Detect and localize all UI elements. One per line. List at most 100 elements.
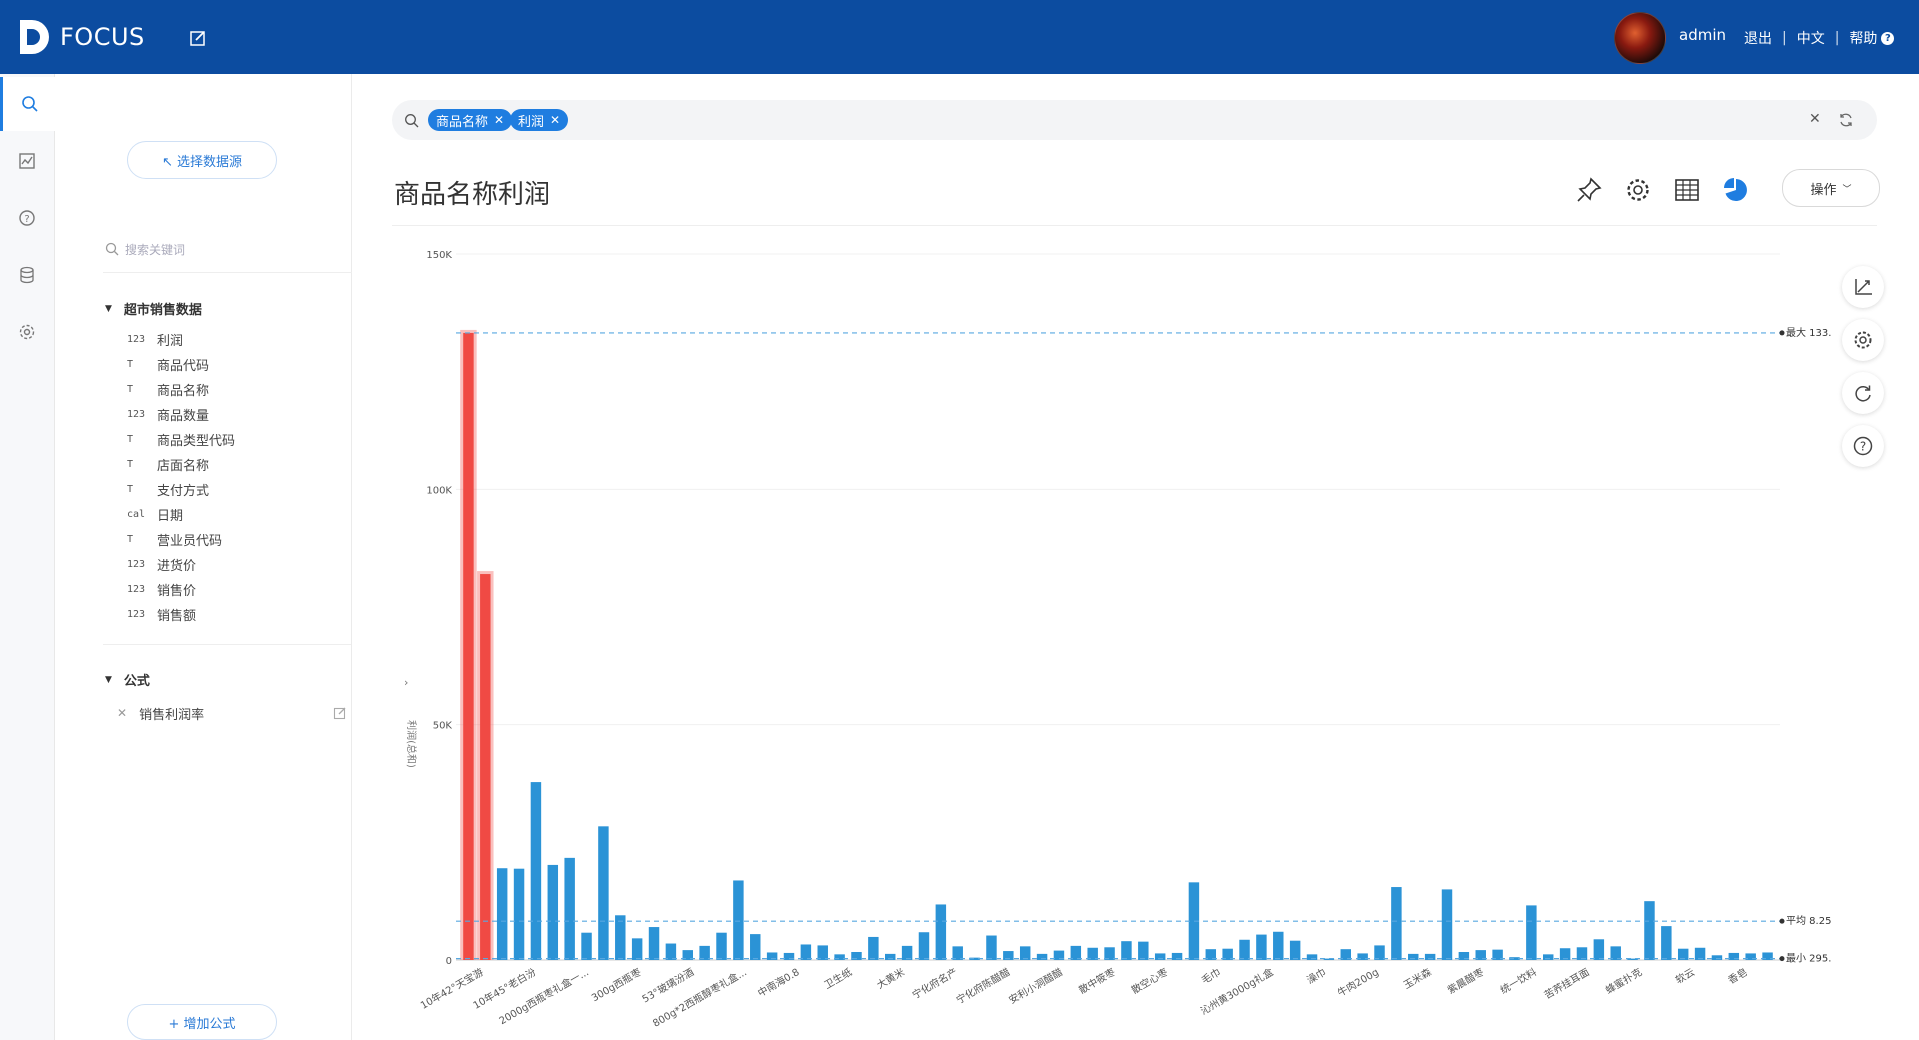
delete-icon[interactable]: ✕: [117, 706, 127, 720]
x-tick-label: 散中筱枣: [1076, 965, 1117, 996]
y-tick-label: 0: [446, 956, 452, 967]
divider: [103, 644, 351, 645]
field-label: 商品数量: [157, 408, 210, 424]
field-label: 支付方式: [157, 483, 210, 499]
edit-icon[interactable]: [333, 706, 347, 720]
dataset-heading[interactable]: ▼ 超市销售数据: [105, 299, 202, 318]
field-item[interactable]: T 店面名称: [127, 453, 209, 475]
help-link[interactable]: 帮助: [1849, 28, 1877, 48]
field-label: 利润: [157, 333, 184, 349]
svg-text:?: ?: [24, 214, 29, 225]
field-item[interactable]: 123 利润: [127, 328, 183, 350]
select-datasource-button[interactable]: ↖ 选择数据源: [127, 141, 277, 179]
x-tick-label: 牛肉200g: [1335, 965, 1381, 999]
help-button[interactable]: ?: [1842, 425, 1884, 467]
bar-chart[interactable]: 0 50K 100K 150K 利润(总和) › 最大 133.23K 平均 8.25K 最小 …: [352, 74, 1832, 1040]
text-type-icon: T: [127, 383, 134, 395]
bar: [648, 927, 660, 960]
bar: [530, 782, 542, 960]
field-item[interactable]: 123 进货价: [127, 553, 196, 575]
x-tick-label: 800g*2西瓶醇枣礼盒...: [650, 965, 749, 1029]
x-tick-label: 宁化府名产: [910, 965, 960, 1001]
y-axis-expand-icon: ›: [404, 676, 408, 689]
help-icon: ?: [1853, 436, 1873, 456]
x-tick-label: 卫生纸: [822, 965, 854, 991]
keyword-search[interactable]: 搜索关键词: [105, 234, 375, 264]
number-type-icon: 123: [127, 608, 146, 620]
text-type-icon: T: [127, 358, 134, 370]
bar: [564, 857, 575, 960]
x-tick-label: 安利小洞醋醋: [1006, 965, 1064, 1006]
x-tick-label: 香皂: [1726, 965, 1750, 986]
username[interactable]: admin: [1679, 26, 1726, 44]
formula-item[interactable]: ✕ 销售利润率: [117, 702, 347, 724]
bar: [1441, 889, 1453, 960]
bar: [581, 932, 592, 960]
bar: [1019, 946, 1031, 960]
rail-search[interactable]: [0, 77, 57, 131]
refresh-icon: [1855, 385, 1871, 402]
field-label: 商品代码: [157, 358, 210, 374]
x-tick-label: 统一饮料: [1498, 965, 1539, 996]
avatar[interactable]: [1614, 12, 1666, 64]
refresh-icon[interactable]: [1838, 112, 1854, 128]
number-type-icon: 123: [127, 333, 146, 345]
field-item[interactable]: 123 销售价: [127, 578, 196, 600]
number-type-icon: 123: [127, 408, 146, 420]
field-item[interactable]: T 商品代码: [127, 353, 209, 375]
bar: [598, 826, 609, 960]
rail-settings[interactable]: [0, 305, 54, 359]
separator: |: [1782, 30, 1787, 46]
reference-marker: [1779, 956, 1785, 962]
x-tick-label: 宁化府陈醋醋: [954, 965, 1012, 1006]
field-label: 商品类型代码: [157, 433, 236, 449]
x-tick-label: 毛巾: [1199, 965, 1223, 986]
rail-dashboard[interactable]: [0, 134, 54, 188]
y-tick-label: 100K: [426, 485, 452, 496]
x-tick-label: 澡巾: [1304, 965, 1328, 986]
field-item[interactable]: T 营业员代码: [127, 528, 222, 550]
bar: [1121, 941, 1132, 960]
reference-label: 最大 133.23K: [1786, 326, 1832, 339]
bar: [1138, 941, 1149, 960]
bar: [716, 932, 727, 960]
add-formula-button[interactable]: + 增加公式: [127, 1004, 277, 1040]
x-tick-label: 紫晨醋枣: [1445, 965, 1486, 996]
axis-button[interactable]: [1842, 266, 1884, 308]
field-item[interactable]: 123 商品数量: [127, 403, 209, 425]
formula-heading[interactable]: ▼ 公式: [105, 670, 150, 689]
field-label: 营业员代码: [157, 533, 223, 549]
bar: [699, 945, 710, 960]
header-links: 退出 | 中文 | 帮助 ?: [1744, 28, 1895, 48]
x-tick-label: 散空心枣: [1129, 965, 1170, 996]
bar: [496, 868, 508, 960]
rail-help[interactable]: ?: [0, 191, 54, 245]
chart-settings-button[interactable]: [1842, 319, 1884, 361]
logout-link[interactable]: 退出: [1744, 28, 1772, 48]
x-tick-label: 中南海0.8: [755, 965, 801, 999]
main-area: 商品名称 ✕ 利润 ✕ ✕ 商品名称利润 操作 ﹀ 0 50K 100K 150K 利润(总…: [352, 74, 1919, 1040]
reference-marker: [1779, 330, 1785, 336]
bar: [1070, 945, 1082, 960]
bar: [480, 574, 491, 960]
help-circle-icon[interactable]: ?: [1881, 31, 1895, 45]
field-label: 商品名称: [157, 383, 210, 399]
field-item[interactable]: 123 销售额: [127, 603, 196, 625]
field-item[interactable]: T 商品类型代码: [127, 428, 235, 450]
field-item[interactable]: T 商品名称: [127, 378, 209, 400]
number-type-icon: 123: [127, 583, 146, 595]
focus-logo[interactable]: FOCUS: [18, 18, 145, 56]
field-item[interactable]: T 支付方式: [127, 478, 209, 500]
rail-database[interactable]: [0, 248, 54, 302]
axis-icon: [1855, 279, 1872, 295]
refresh-button[interactable]: [1842, 372, 1884, 414]
gear-icon: [1854, 331, 1872, 349]
bar: [513, 868, 525, 960]
edit-icon[interactable]: [188, 28, 208, 48]
language-link[interactable]: 中文: [1797, 28, 1825, 48]
x-tick-label: 软云: [1673, 965, 1697, 986]
field-label: 店面名称: [157, 458, 210, 474]
x-tick-label: 300g西瓶枣: [589, 965, 644, 1004]
reference-label: 最小 295.68: [1786, 953, 1832, 965]
field-item[interactable]: cal 日期: [127, 503, 183, 525]
